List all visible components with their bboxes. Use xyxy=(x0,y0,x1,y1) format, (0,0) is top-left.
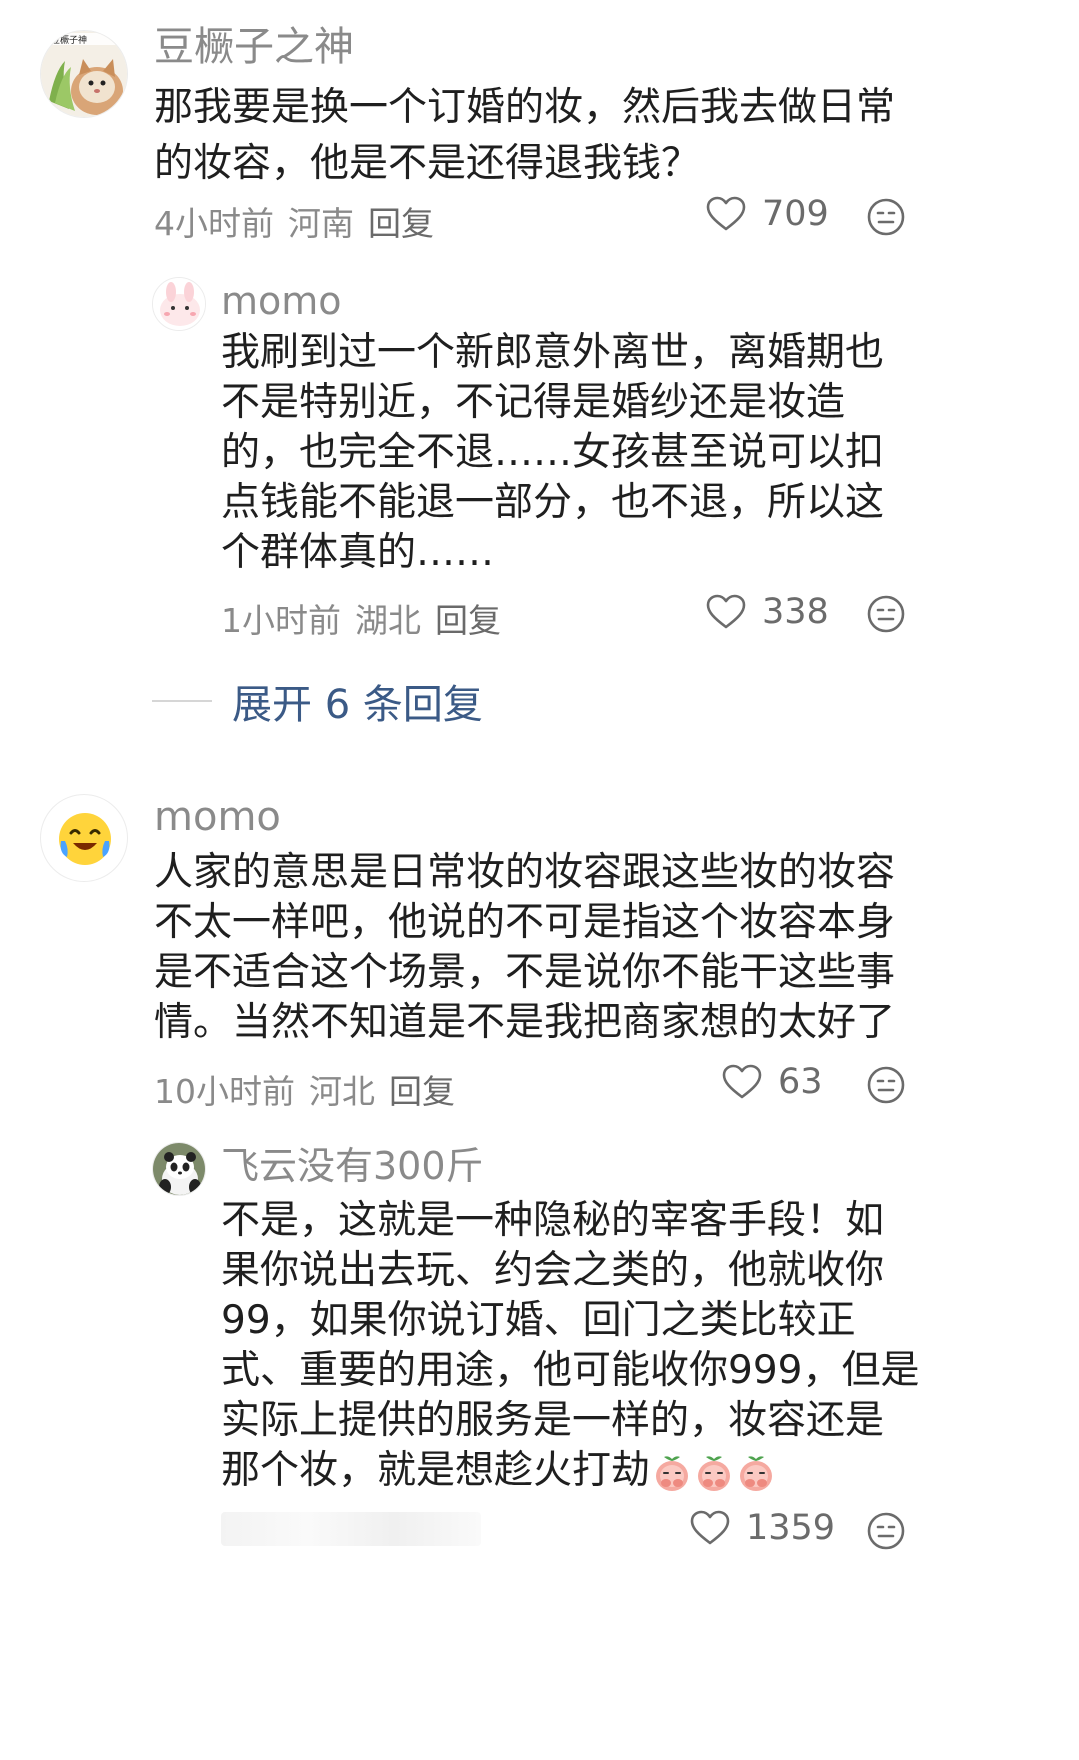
like-button[interactable]: 338 xyxy=(706,592,829,632)
avatar[interactable]: 豆橛子神 xyxy=(40,30,128,118)
blurred-meta xyxy=(221,1512,481,1546)
avatar[interactable] xyxy=(152,1142,206,1196)
reply-text: 不是，这就是一种隐秘的宰客手段！如果你说出去玩、约会之类的，他就收你99，如果你… xyxy=(221,1198,920,1493)
heart-icon xyxy=(706,196,746,231)
peach-cover-mouth-emoji-icon xyxy=(698,1455,731,1491)
comment-meta: 4小时前 河南 回复 xyxy=(154,197,448,245)
comment-username[interactable]: momo xyxy=(154,797,281,837)
avatar[interactable] xyxy=(40,794,128,882)
avatar[interactable] xyxy=(152,277,206,331)
trailing-emojis xyxy=(650,1448,776,1493)
reply-button[interactable]: 回复 xyxy=(368,204,434,243)
comment-location: 河北 xyxy=(309,1072,375,1111)
pink-rabbit-avatar-icon xyxy=(153,278,205,330)
reply-meta: 1小时前 湖北 回复 xyxy=(221,594,515,642)
reply-button[interactable]: 回复 xyxy=(435,601,501,640)
face-emoji-icon[interactable] xyxy=(866,1065,906,1105)
like-count: 63 xyxy=(778,1062,823,1102)
expand-replies-label: 展开 6 条回复 xyxy=(232,682,483,728)
face-emoji-icon[interactable] xyxy=(866,1511,906,1551)
like-count: 338 xyxy=(762,592,829,632)
comment-text: 那我要是换一个订婚的妆，然后我去做日常的妆容，他是不是还得退我钱？ xyxy=(154,85,896,186)
comment-meta: 10小时前 河北 回复 xyxy=(154,1065,469,1113)
reply-time: 1小时前 xyxy=(221,601,341,640)
face-emoji-icon[interactable] xyxy=(866,197,906,237)
reply-button[interactable]: 回复 xyxy=(389,1072,455,1111)
like-button[interactable]: 63 xyxy=(722,1062,823,1102)
reply-location: 湖北 xyxy=(355,601,421,640)
expand-replies-button[interactable]: 展开 6 条回复 xyxy=(152,672,483,730)
comment-location: 河南 xyxy=(288,204,354,243)
heart-icon xyxy=(706,594,746,629)
comment-time: 10小时前 xyxy=(154,1072,295,1111)
peach-cover-mouth-emoji-icon xyxy=(740,1455,773,1491)
reply-text: 我刷到过一个新郎意外离世，离婚期也不是特别近，不记得是婚纱还是妆造的，也完全不退… xyxy=(221,330,885,575)
like-count: 1359 xyxy=(746,1508,836,1548)
reply-username[interactable]: momo xyxy=(221,282,342,320)
reply-text-wrapper: 不是，这就是一种隐秘的宰客手段！如果你说出去玩、约会之类的，他就收你99，如果你… xyxy=(221,1196,921,1496)
avatar-caption: 豆橛子神 xyxy=(51,36,88,46)
heart-icon xyxy=(722,1064,762,1099)
like-button[interactable]: 1359 xyxy=(690,1508,835,1548)
panda-avatar-icon xyxy=(153,1143,205,1195)
like-count: 709 xyxy=(762,194,829,234)
like-button[interactable]: 709 xyxy=(706,194,829,234)
face-emoji-icon[interactable] xyxy=(866,594,906,634)
laughing-emoji-avatar-icon xyxy=(59,813,111,865)
comment-time: 4小时前 xyxy=(154,204,274,243)
comment-username[interactable]: 豆橛子之神 xyxy=(154,27,354,67)
peach-cover-mouth-emoji-icon xyxy=(656,1455,689,1491)
heart-icon xyxy=(690,1510,730,1545)
divider xyxy=(152,700,212,702)
comment-text: 人家的意思是日常妆的妆容跟这些妆的妆容不太一样吧，他说的不可是指这个妆容本身是不… xyxy=(154,850,896,1045)
reply-username[interactable]: 飞云没有300斤 xyxy=(221,1147,484,1185)
